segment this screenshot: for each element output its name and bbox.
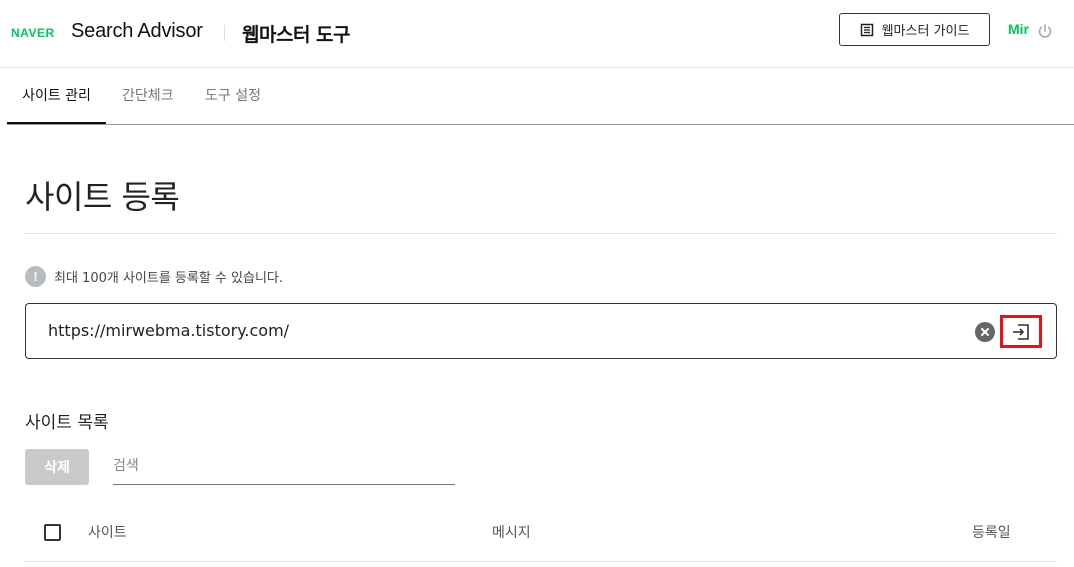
notice-text: 최대 100개 사이트를 등록할 수 있습니다. (54, 271, 284, 286)
power-logout-icon[interactable] (1037, 23, 1053, 39)
naver-logo[interactable]: NAVER (11, 26, 55, 40)
site-url-field (25, 303, 1057, 359)
column-message: 메시지 (492, 525, 531, 541)
register-submit-button[interactable] (1000, 315, 1042, 348)
header: NAVER Search Advisor 웹마스터 도구 웹마스터 가이드 Mi… (0, 0, 1074, 68)
webmaster-guide-button[interactable]: 웹마스터 가이드 (839, 13, 990, 46)
site-search-field (113, 449, 455, 485)
info-icon: ! (25, 266, 46, 287)
select-all-checkbox[interactable] (44, 524, 61, 541)
delete-button[interactable]: 삭제 (25, 449, 89, 485)
tab-tool-settings[interactable]: 도구 설정 (205, 68, 261, 124)
site-list-title: 사이트 목록 (25, 413, 109, 433)
register-notice: ! 최대 100개 사이트를 등록할 수 있습니다. (25, 266, 283, 287)
site-search-input[interactable] (113, 449, 455, 483)
webmaster-guide-label: 웹마스터 가이드 (881, 24, 970, 39)
search-advisor-brand[interactable]: Search Advisor (71, 20, 203, 43)
document-list-icon (860, 23, 874, 37)
tab-simple-check[interactable]: 간단체크 (122, 68, 174, 124)
title-divider (25, 233, 1057, 234)
header-divider (224, 25, 225, 41)
site-table-header: 사이트 메시지 등록일 (25, 505, 1057, 562)
column-registered-date: 등록일 (972, 525, 1011, 541)
main-tabs: 사이트 관리 간단체크 도구 설정 (7, 68, 1074, 125)
page-section-title[interactable]: 웹마스터 도구 (242, 20, 351, 47)
user-name[interactable]: Mir (1008, 21, 1029, 37)
site-url-input[interactable] (48, 318, 948, 342)
column-site: 사이트 (88, 525, 127, 541)
clear-icon[interactable] (975, 322, 995, 342)
enter-arrow-icon (1010, 322, 1032, 342)
tab-site-management[interactable]: 사이트 관리 (7, 68, 106, 124)
page-title: 사이트 등록 (25, 178, 180, 216)
